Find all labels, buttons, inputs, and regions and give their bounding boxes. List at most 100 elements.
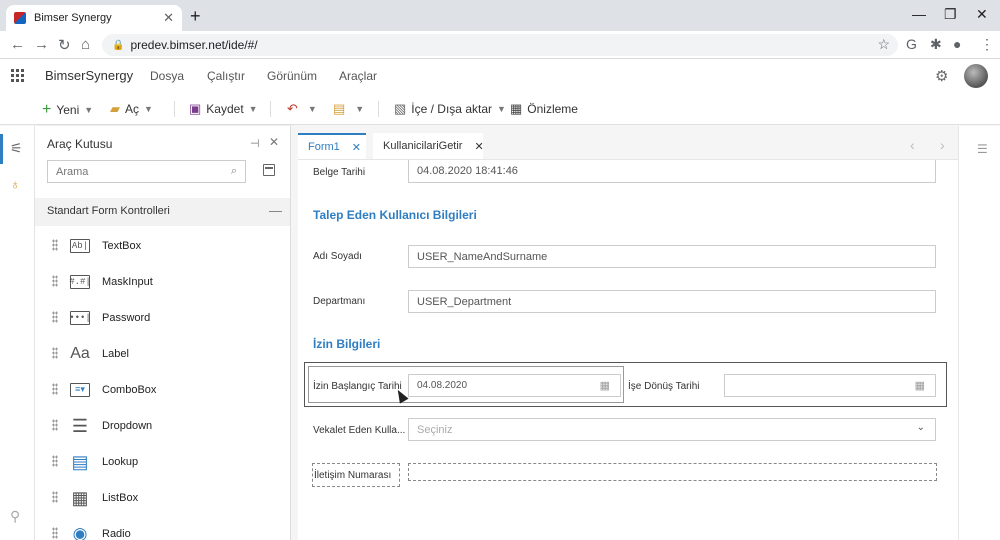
- search-input[interactable]: [56, 165, 231, 178]
- section-izin-bilgileri: İzin Bilgileri: [313, 337, 381, 351]
- preview-label: Önizleme: [527, 102, 578, 116]
- new-button[interactable]: + Yeni ▼: [42, 101, 93, 119]
- save-button[interactable]: ▣ Kaydet ▼: [189, 101, 258, 117]
- chevron-right-icon[interactable]: ›: [940, 137, 945, 153]
- calendar-icon[interactable]: ▦: [600, 379, 610, 392]
- url-text: predev.bimser.net/ide/#/: [130, 38, 258, 52]
- profile-icon[interactable]: ●: [953, 36, 961, 52]
- save-icon: ▣: [189, 101, 202, 116]
- lightbulb-icon[interactable]: ♁: [10, 176, 21, 192]
- drag-handle-icon[interactable]: [52, 275, 58, 287]
- menu-araclar[interactable]: Araçlar: [339, 69, 377, 83]
- import-export-button[interactable]: ▧ İçe / Dışa aktar ▼: [394, 101, 506, 117]
- new-label: Yeni: [56, 103, 80, 117]
- toolbox-item-radio[interactable]: ◉ Radio: [35, 516, 290, 540]
- drag-handle-icon[interactable]: [52, 455, 58, 467]
- close-window-button[interactable]: ✕: [976, 6, 988, 23]
- menu-dosya[interactable]: Dosya: [150, 69, 184, 83]
- calendar-icon[interactable]: ▦: [915, 379, 925, 392]
- toolbox-item-password[interactable]: •••| Password: [35, 300, 290, 336]
- toolbox-item-label: Label: [102, 348, 129, 360]
- toolbox-item-label: ComboBox: [102, 384, 157, 396]
- toolbox-title: Araç Kutusu: [47, 137, 113, 151]
- reload-icon[interactable]: ↻: [58, 36, 71, 54]
- izin-baslangic-value: 04.08.2020: [417, 380, 468, 391]
- search-icon[interactable]: ⌕: [231, 165, 237, 178]
- vekalet-select[interactable]: Seçiniz ⌄: [408, 418, 936, 441]
- close-tab-icon[interactable]: ✕: [474, 140, 483, 153]
- open-button[interactable]: ▰ Aç ▼: [110, 101, 153, 117]
- home-icon[interactable]: ⌂: [81, 36, 90, 53]
- drag-handle-icon[interactable]: [52, 239, 58, 251]
- hierarchy-icon[interactable]: ⚲: [10, 508, 20, 525]
- category-header[interactable]: Standart Form Kontrolleri —: [35, 198, 290, 226]
- back-icon[interactable]: ←: [10, 36, 25, 53]
- izin-baslangic-field[interactable]: 04.08.2020 ▦: [408, 374, 621, 397]
- document-icon: ▧: [394, 101, 407, 116]
- departman-label: Departmanı: [313, 296, 366, 307]
- preview-button[interactable]: ▦ Önizleme: [510, 101, 578, 117]
- drag-handle-icon[interactable]: [52, 527, 58, 539]
- toolbox-icon[interactable]: ⚟: [10, 140, 23, 157]
- clipboard-button[interactable]: ▤ ▼: [333, 101, 364, 117]
- tab-form1[interactable]: Form1 ✕: [298, 133, 366, 159]
- departman-field[interactable]: USER_Department: [408, 290, 936, 313]
- toolbox-item-label[interactable]: Aa Label: [35, 336, 290, 372]
- textbox-icon: Ab|: [70, 239, 90, 253]
- url-field[interactable]: 🔒 predev.bimser.net/ide/#/ ☆: [102, 34, 898, 56]
- tab-label: KullanicilariGetir: [383, 140, 463, 152]
- iletisim-field[interactable]: [408, 463, 937, 481]
- iletisim-label: İletişim Numarası: [314, 470, 392, 481]
- browser-tab[interactable]: Bimser Synergy ✕: [6, 5, 182, 31]
- adi-soyadi-field[interactable]: USER_NameAndSurname: [408, 245, 936, 268]
- belge-tarihi-field[interactable]: 04.08.2020 18:41:46: [408, 160, 936, 183]
- translate-icon[interactable]: G: [906, 36, 917, 52]
- toolbox-item-maskinput[interactable]: #.#| MaskInput: [35, 264, 290, 300]
- close-icon[interactable]: ✕: [269, 135, 279, 149]
- close-tab-icon[interactable]: ✕: [352, 141, 361, 154]
- adi-soyadi-value: USER_NameAndSurname: [417, 250, 548, 263]
- extensions-icon[interactable]: ✱: [930, 36, 942, 53]
- toolbox-search: ⌕: [47, 160, 246, 183]
- toolbox-item-label: Lookup: [102, 456, 139, 468]
- toolbox-item-combobox[interactable]: ≡▾ ComboBox: [35, 372, 290, 408]
- maskinput-icon: #.#|: [69, 275, 91, 289]
- drag-handle-icon[interactable]: [52, 491, 58, 503]
- properties-icon[interactable]: ☰: [977, 142, 988, 156]
- minimize-button[interactable]: —: [912, 6, 926, 22]
- lookup-icon: ▤: [71, 451, 89, 472]
- browser-tab-title: Bimser Synergy: [34, 12, 112, 24]
- collapse-all-icon[interactable]: [263, 164, 275, 176]
- minus-icon[interactable]: —: [269, 203, 282, 218]
- forward-icon[interactable]: →: [34, 36, 49, 53]
- toolbox-item-listbox[interactable]: ▦ ListBox: [35, 480, 290, 516]
- toolbox-item-textbox[interactable]: Ab| TextBox: [35, 228, 290, 264]
- toolbox-item-label: Dropdown: [102, 420, 153, 432]
- section-talep-eden: Talep Eden Kullanıcı Bilgileri: [313, 208, 477, 222]
- drag-handle-icon[interactable]: [52, 311, 58, 323]
- toolbar-divider: [174, 101, 175, 117]
- undo-button[interactable]: ↶ ▼: [287, 101, 317, 117]
- new-tab-button[interactable]: +: [190, 6, 201, 27]
- drag-handle-icon[interactable]: [52, 419, 58, 431]
- toolbox-item-lookup[interactable]: ▤ Lookup: [35, 444, 290, 480]
- close-tab-icon[interactable]: ✕: [163, 10, 174, 26]
- ise-donus-field[interactable]: ▦: [724, 374, 936, 397]
- drag-handle-icon[interactable]: [52, 347, 58, 359]
- menu-calistir[interactable]: Çalıştır: [207, 69, 245, 83]
- lock-icon: 🔒: [112, 39, 125, 51]
- chevron-left-icon[interactable]: ‹: [910, 137, 915, 153]
- gear-icon[interactable]: ⚙: [935, 67, 948, 85]
- drag-handle-icon[interactable]: [52, 383, 58, 395]
- menu-gorunum[interactable]: Görünüm: [267, 69, 317, 83]
- bookmark-star-icon[interactable]: ☆: [877, 36, 890, 53]
- pin-icon[interactable]: ⊣: [250, 137, 260, 150]
- chevron-down-icon: ▼: [497, 104, 506, 114]
- avatar[interactable]: [964, 64, 988, 88]
- toolbox-item-dropdown[interactable]: ☰ Dropdown: [35, 408, 290, 444]
- folder-icon: ▰: [110, 101, 120, 116]
- maximize-button[interactable]: ❐: [944, 6, 957, 23]
- browser-menu-icon[interactable]: ⋮: [980, 36, 994, 53]
- apps-grid-icon[interactable]: [11, 69, 24, 82]
- tab-kullanicilarigetir[interactable]: KullanicilariGetir ✕: [373, 133, 484, 159]
